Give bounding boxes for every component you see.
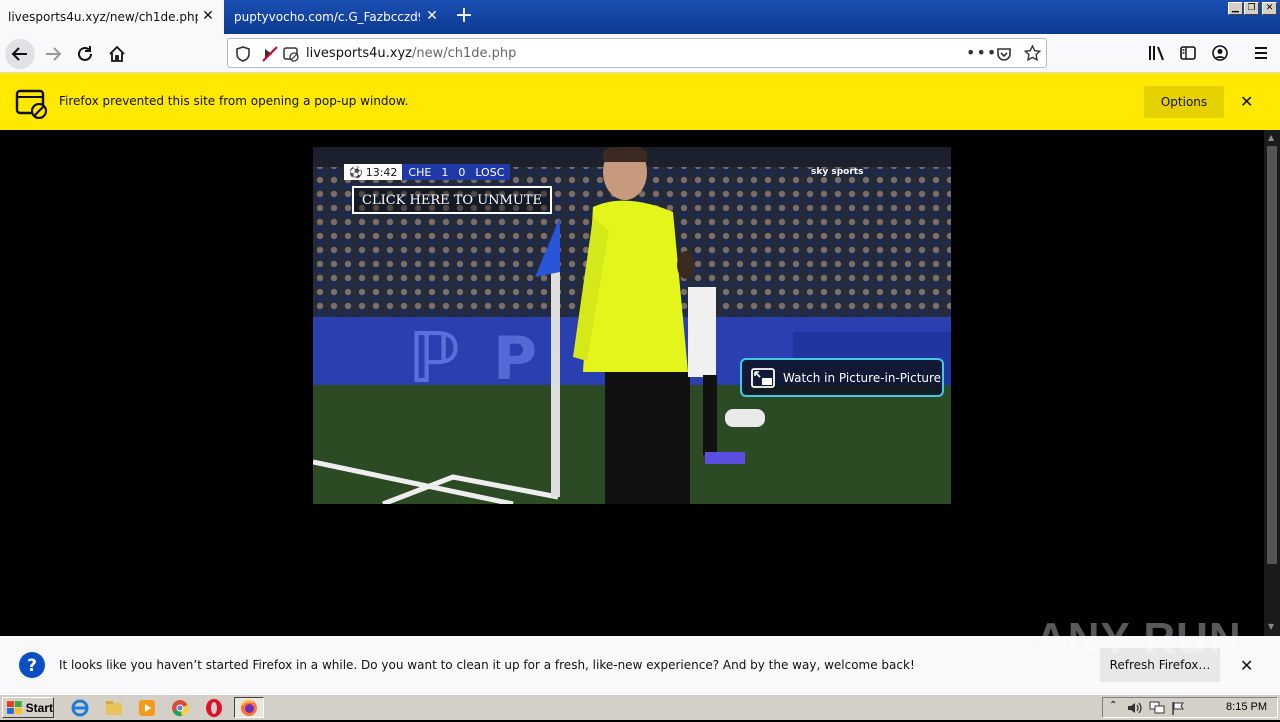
home-button[interactable]: [102, 39, 132, 69]
autoplay-blocked-icon[interactable]: [262, 46, 278, 62]
svg-text:Ρ: Ρ: [493, 324, 537, 394]
firefox-taskbar-button[interactable]: [234, 697, 264, 718]
popup-blocked-icon: [15, 89, 47, 119]
pip-label: Watch in Picture-in-Picture: [783, 370, 942, 385]
page-actions-icon[interactable]: •••: [966, 43, 997, 62]
football-icon: ⚽: [349, 165, 363, 179]
forward-button[interactable]: [38, 39, 68, 69]
account-icon[interactable]: [1212, 45, 1228, 61]
tab-strip: livesports4u.xyz/new/ch1de.php ✕ puptyvo…: [0, 0, 1280, 34]
tab-label: livesports4u.xyz/new/ch1de.php: [8, 10, 198, 24]
tab-inactive[interactable]: puptyvocho.com/c.G_Fazbcczd9-kfagk ✕: [226, 0, 448, 34]
url-path: /new/ch1de.php: [411, 46, 517, 61]
popup-blocked-message: Firefox prevented this site from opening…: [59, 94, 409, 108]
broadcaster-logo: sky sports: [811, 167, 863, 177]
back-arrow-icon: [11, 47, 27, 61]
unmute-button[interactable]: CLICK HERE TO UNMUTE: [352, 186, 552, 214]
start-button[interactable]: Start: [2, 697, 54, 718]
opera-icon[interactable]: [204, 698, 224, 718]
library-icon[interactable]: [1148, 45, 1166, 61]
watermark: ANY RUN: [1035, 614, 1242, 663]
question-icon: ?: [19, 652, 45, 678]
windows-logo-icon: [7, 700, 22, 714]
minimize-button[interactable]: ▁: [1228, 2, 1243, 15]
internet-explorer-icon[interactable]: [70, 698, 90, 718]
match-clock: ⚽ 13:42: [344, 164, 403, 180]
pocket-icon[interactable]: [996, 46, 1012, 62]
url-host: livesports4u.xyz: [306, 46, 412, 61]
tray-expand-icon[interactable]: ⌃: [1109, 700, 1117, 711]
network-icon[interactable]: [1149, 701, 1165, 715]
start-label: Start: [25, 700, 53, 715]
close-notification-icon[interactable]: ✕: [1240, 656, 1253, 675]
action-center-flag-icon[interactable]: [1171, 701, 1185, 715]
volume-icon[interactable]: [1127, 701, 1143, 715]
bookmark-star-icon[interactable]: [1024, 45, 1041, 62]
close-window-button[interactable]: ✕: [1262, 2, 1277, 15]
close-notification-icon[interactable]: ✕: [1240, 92, 1253, 111]
scoreboard: ⚽ 13:42 CHE 1 0 LOSC: [344, 164, 511, 180]
scrollbar-thumb[interactable]: [1267, 146, 1277, 564]
url-bar[interactable]: livesports4u.xyz/new/ch1de.php •••: [227, 38, 1047, 68]
nav-bar: livesports4u.xyz/new/ch1de.php •••: [0, 34, 1280, 73]
popup-blocked-notification: Firefox prevented this site from opening…: [0, 73, 1280, 130]
hamburger-menu-icon[interactable]: [1254, 46, 1268, 60]
close-tab-icon[interactable]: ✕: [200, 8, 216, 24]
sidebar-icon[interactable]: [1180, 45, 1196, 61]
options-button[interactable]: Options: [1144, 86, 1224, 118]
scroll-down-icon[interactable]: ▼: [1268, 622, 1274, 631]
scrollbar[interactable]: ▲ ▼: [1264, 130, 1280, 636]
taskbar: Start ⌃ 8:15 PM: [0, 694, 1280, 720]
media-player-icon[interactable]: [137, 698, 157, 718]
shield-icon[interactable]: [236, 46, 250, 62]
popup-blocked-icon[interactable]: [283, 46, 299, 62]
firefox-icon: [240, 699, 257, 716]
refresh-message: It looks like you haven’t started Firefo…: [59, 658, 915, 672]
away-team: LOSC: [475, 165, 505, 179]
pip-button[interactable]: Watch in Picture-in-Picture: [740, 358, 944, 397]
clock-text: 13:42: [365, 165, 398, 179]
video-player[interactable]: ℙ Ρ sky sports ⚽ 13:42 CHE 1 0 LOSC CLIC…: [313, 147, 951, 504]
taskbar-clock[interactable]: 8:15 PM: [1226, 701, 1267, 713]
back-button[interactable]: [5, 39, 35, 69]
reload-button[interactable]: [70, 39, 100, 69]
chrome-icon[interactable]: [170, 698, 190, 718]
scroll-up-icon[interactable]: ▲: [1268, 133, 1274, 142]
tab-label: puptyvocho.com/c.G_Fazbcczd9-kfagk: [234, 10, 420, 24]
home-team: CHE: [408, 165, 432, 179]
reload-icon: [78, 46, 92, 61]
maximize-button[interactable]: ❐: [1244, 2, 1259, 15]
picture-in-picture-icon: [751, 367, 775, 388]
svg-text:?: ?: [27, 656, 37, 676]
away-score: 0: [458, 165, 466, 179]
file-explorer-icon[interactable]: [104, 698, 124, 718]
new-tab-button[interactable]: +: [452, 5, 476, 29]
home-score: 1: [441, 165, 449, 179]
url-text[interactable]: livesports4u.xyz/new/ch1de.php: [306, 46, 516, 61]
close-tab-icon[interactable]: ✕: [424, 8, 440, 24]
system-tray: ⌃ 8:15 PM: [1102, 697, 1278, 718]
home-icon: [109, 45, 125, 62]
forward-arrow-icon: [46, 47, 62, 61]
tab-active[interactable]: livesports4u.xyz/new/ch1de.php ✕: [0, 0, 224, 34]
page-content: ℙ Ρ sky sports ⚽ 13:42 CHE 1 0 LOSC CLIC…: [0, 130, 1280, 636]
